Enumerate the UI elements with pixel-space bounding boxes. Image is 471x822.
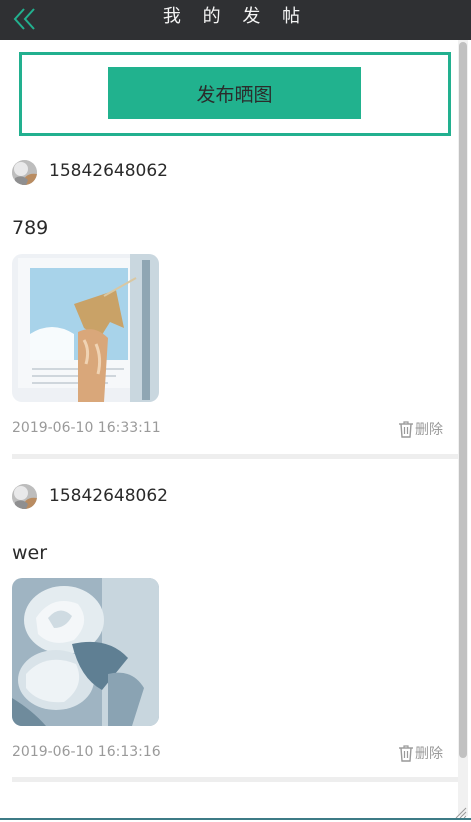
delete-button[interactable]: 删除 xyxy=(398,419,443,439)
trash-icon xyxy=(399,421,413,438)
post-divider xyxy=(12,454,458,459)
post-image[interactable] xyxy=(12,254,159,402)
scrollbar-thumb[interactable] xyxy=(459,42,467,758)
publish-frame: 发布晒图 xyxy=(19,52,451,136)
post-timestamp: 2019-06-10 16:13:16 xyxy=(12,744,161,760)
top-bar: 我 的 发 帖 xyxy=(0,0,471,40)
publish-photo-button[interactable]: 发布晒图 xyxy=(108,67,361,119)
post-timestamp: 2019-06-10 16:33:11 xyxy=(12,420,161,436)
avatar[interactable] xyxy=(12,484,37,509)
avatar[interactable] xyxy=(12,160,37,185)
post-text: wer xyxy=(12,542,48,564)
delete-label: 删除 xyxy=(415,422,443,438)
post-username: 15842648062 xyxy=(49,486,168,506)
delete-label: 删除 xyxy=(415,746,443,762)
resize-grip-icon[interactable] xyxy=(453,805,467,819)
post-image[interactable] xyxy=(12,578,159,726)
delete-button[interactable]: 删除 xyxy=(398,743,443,763)
post-text: 789 xyxy=(12,217,49,239)
trash-icon xyxy=(399,745,413,762)
post-divider xyxy=(12,777,458,782)
post-username: 15842648062 xyxy=(49,161,168,181)
window-bottom-border xyxy=(0,818,471,820)
page-title: 我 的 发 帖 xyxy=(162,6,309,27)
